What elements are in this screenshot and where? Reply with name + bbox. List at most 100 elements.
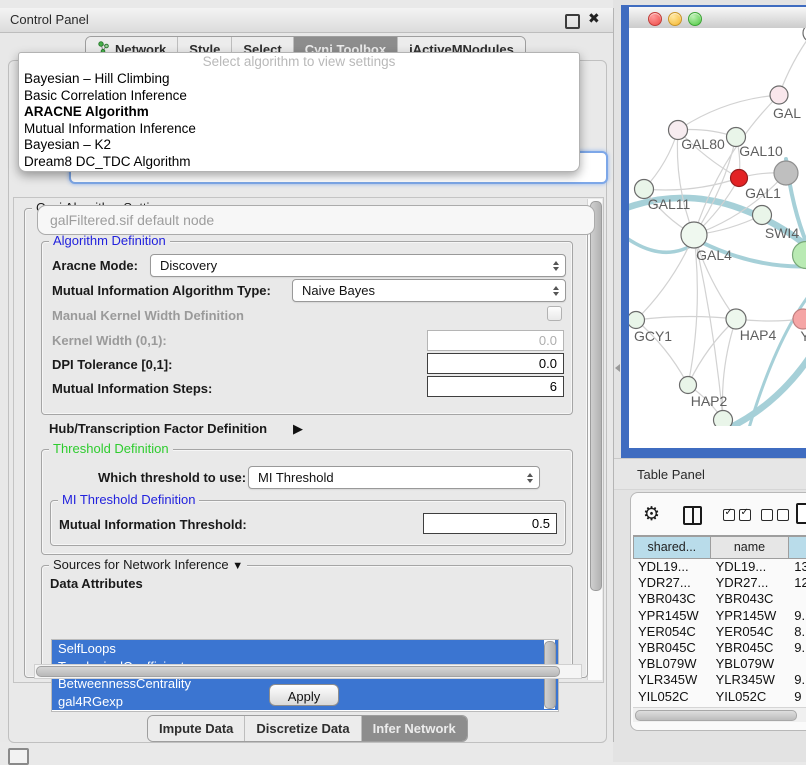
table-cell: YIL052C (633, 689, 711, 705)
dpi-tolerance-input[interactable] (427, 353, 564, 374)
table-cell (789, 591, 806, 607)
table-row[interactable]: YPR145WYPR145W9. (633, 608, 806, 624)
cyni-algorithm-settings-group: Cyni Algorithm Settings Algorithm Defini… (24, 208, 588, 678)
mi-type-combo[interactable]: Naive Bayes (292, 279, 566, 302)
node-swi4[interactable] (753, 206, 772, 225)
bottom-tab-infer-network[interactable]: Infer Network (361, 716, 467, 741)
bottom-tab-discretize-data[interactable]: Discretize Data (244, 716, 360, 741)
mi-steps-input[interactable] (427, 376, 564, 397)
node-gal1[interactable] (731, 170, 748, 187)
node-label: SWI4 (765, 225, 799, 241)
network-edge-highlighted[interactable] (725, 346, 806, 426)
bottom-tab-impute-data[interactable]: Impute Data (148, 716, 244, 741)
table-horizontal-scrollbar[interactable] (633, 707, 806, 722)
node-gal-cut[interactable] (770, 86, 788, 104)
file-icon[interactable] (796, 503, 806, 524)
close-panel-button[interactable]: ✖ (588, 10, 600, 27)
settings-scrollbar-thumb[interactable] (590, 201, 602, 591)
table-row[interactable]: YLR345WYLR345W9. (633, 672, 806, 688)
network-source-field[interactable]: galFiltered.sif default node (37, 205, 595, 235)
mi-threshold-input[interactable] (423, 513, 557, 534)
table-cell: YDL19... (711, 559, 790, 575)
which-threshold-value: MI Threshold (258, 470, 334, 485)
hub-definition-label: Hub/Transcription Factor Definition (49, 421, 267, 436)
table-cell: YBR043C (633, 591, 711, 607)
control-panel-window: Control Panel ✖ galFiltered.sif default … (0, 8, 614, 742)
table-row[interactable]: YDR27...YDR27...12 (633, 575, 806, 591)
network-view-window[interactable]: GALGAL80GAL10GAL1GAL11SWI4GAL4GCY1HAP4YH… (621, 5, 806, 458)
apply-button[interactable]: Apply (269, 684, 339, 706)
which-threshold-combo[interactable]: MI Threshold (248, 466, 540, 489)
algorithm-option[interactable]: Mutual Information Inference (19, 121, 579, 138)
node-label: HAP2 (691, 393, 728, 409)
checked-box-icon (739, 509, 751, 521)
node-table[interactable]: shared...nameYDL19...YDL19...13YDR27...Y… (633, 535, 806, 704)
mi-type-label: Mutual Information Algorithm Type: (52, 283, 271, 298)
table-row[interactable]: YBR043CYBR043C (633, 591, 806, 607)
gear-icon[interactable]: ⚙ (643, 505, 660, 524)
algorithm-option[interactable]: Basic Correlation Inference (19, 88, 579, 105)
close-traffic-light-icon[interactable] (648, 12, 662, 26)
node-gal4[interactable] (681, 222, 707, 248)
node-bottom[interactable] (714, 411, 733, 427)
column-header[interactable] (789, 536, 806, 559)
expand-section-arrow-icon[interactable]: ▶ (293, 421, 303, 437)
table-row[interactable]: YIL052CYIL052C9 (633, 689, 806, 705)
minimize-traffic-light-icon[interactable] (668, 12, 682, 26)
threshold-definition-title: Threshold Definition (49, 442, 173, 456)
network-window-titlebar[interactable] (629, 7, 806, 29)
aracne-mode-combo[interactable]: Discovery (150, 254, 566, 277)
select-all-columns-icon[interactable] (723, 509, 751, 521)
deselect-all-columns-icon[interactable] (761, 509, 789, 521)
settings-horizontal-scrollbar[interactable] (34, 664, 582, 679)
stepper-icon (553, 286, 559, 296)
table-scrollbar-thumb[interactable] (635, 710, 797, 721)
node-hap2[interactable] (680, 377, 697, 394)
collapse-section-arrow-icon[interactable]: ▼ (232, 560, 243, 572)
panel-divider-collapse-icon[interactable] (615, 364, 620, 372)
kernel-width-input[interactable] (427, 330, 564, 351)
settings-hscrollbar-thumb[interactable] (36, 666, 560, 677)
zoom-traffic-light-icon[interactable] (688, 12, 702, 26)
algorithm-option[interactable]: Bayesian – K2 (19, 137, 579, 154)
attribute-list-item[interactable]: SelfLoops (52, 640, 558, 658)
split-columns-icon[interactable] (683, 506, 702, 525)
dock-panel-icon[interactable] (8, 748, 29, 765)
algorithm-option[interactable]: Bayesian – Hill Climbing (19, 71, 579, 88)
manual-kernel-checkbox[interactable] (547, 306, 562, 321)
node-pink[interactable] (793, 309, 806, 329)
table-cell: 9 (789, 689, 806, 705)
table-row[interactable]: YER054CYER054C8. (633, 624, 806, 640)
table-row[interactable]: YDL19...YDL19...13 (633, 559, 806, 575)
network-graph[interactable]: GALGAL80GAL10GAL1GAL11SWI4GAL4GCY1HAP4YH… (629, 28, 806, 426)
table-cell: 12 (789, 575, 806, 591)
network-edge-highlighted[interactable] (749, 283, 806, 426)
table-cell: 8. (789, 624, 806, 640)
control-panel-titlebar[interactable]: Control Panel ✖ (0, 8, 613, 33)
node-label: GAL10 (739, 143, 783, 159)
float-panel-button[interactable] (565, 14, 580, 29)
node-label: GAL11 (648, 196, 691, 212)
node-hap4[interactable] (726, 309, 746, 329)
network-edge[interactable] (644, 178, 739, 190)
node-gcy1[interactable] (629, 312, 645, 329)
settings-vertical-scrollbar[interactable] (587, 199, 602, 680)
unchecked-box-icon (777, 509, 789, 521)
column-header[interactable]: name (711, 536, 790, 559)
network-source-value: galFiltered.sif default node (50, 212, 214, 228)
which-threshold-label: Which threshold to use: (98, 470, 246, 485)
algorithm-option[interactable]: ARACNE Algorithm (19, 104, 579, 121)
network-edge[interactable] (779, 33, 806, 95)
network-canvas[interactable]: GALGAL80GAL10GAL1GAL11SWI4GAL4GCY1HAP4YH… (629, 28, 806, 426)
algorithm-definition-group: Algorithm Definition Aracne Mode: Discov… (41, 241, 573, 415)
network-edge[interactable] (644, 130, 678, 189)
table-panel: ⚙ shared...nameYDL19...YDL19...13YDR27..… (630, 492, 806, 731)
algorithm-option[interactable]: Dream8 DC_TDC Algorithm (19, 154, 579, 171)
table-row[interactable]: YBR045CYBR045C9. (633, 640, 806, 656)
node-label: GAL4 (696, 247, 732, 263)
network-edge[interactable] (636, 316, 736, 320)
node-gray[interactable] (774, 161, 798, 185)
column-header[interactable]: shared... (633, 536, 711, 559)
table-row[interactable]: YBL079WYBL079W (633, 656, 806, 672)
network-edge[interactable] (678, 95, 779, 130)
